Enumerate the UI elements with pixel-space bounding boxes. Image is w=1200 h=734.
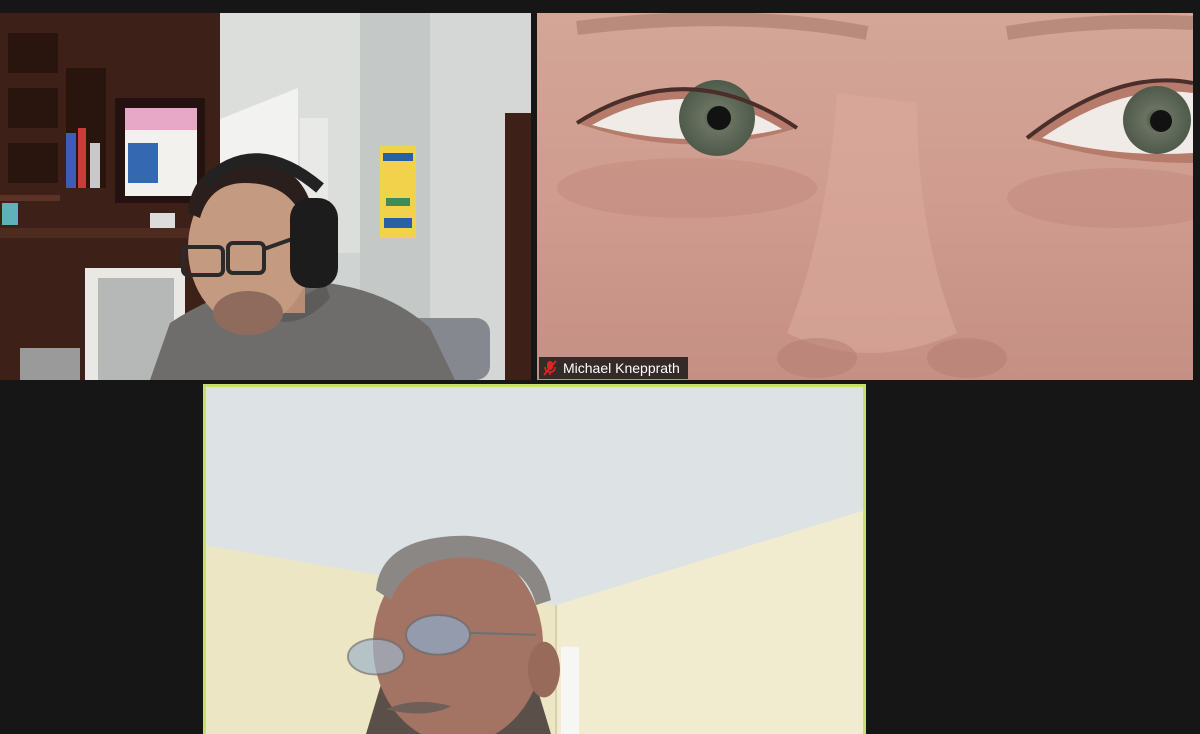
participant-name-label: Michael Knepprath — [539, 357, 688, 379]
participant-video-feed — [206, 387, 863, 734]
gallery-view: Michael Knepprath — [0, 0, 1200, 734]
participant-video-feed — [0, 13, 531, 380]
participant-video-tile-2[interactable]: Michael Knepprath — [537, 13, 1193, 380]
participant-video-tile-3-active-speaker[interactable] — [203, 384, 866, 734]
mic-muted-icon — [543, 360, 557, 376]
participant-video-tile-1[interactable] — [0, 13, 531, 380]
participant-name: Michael Knepprath — [563, 360, 680, 376]
participant-video-feed — [537, 13, 1193, 380]
